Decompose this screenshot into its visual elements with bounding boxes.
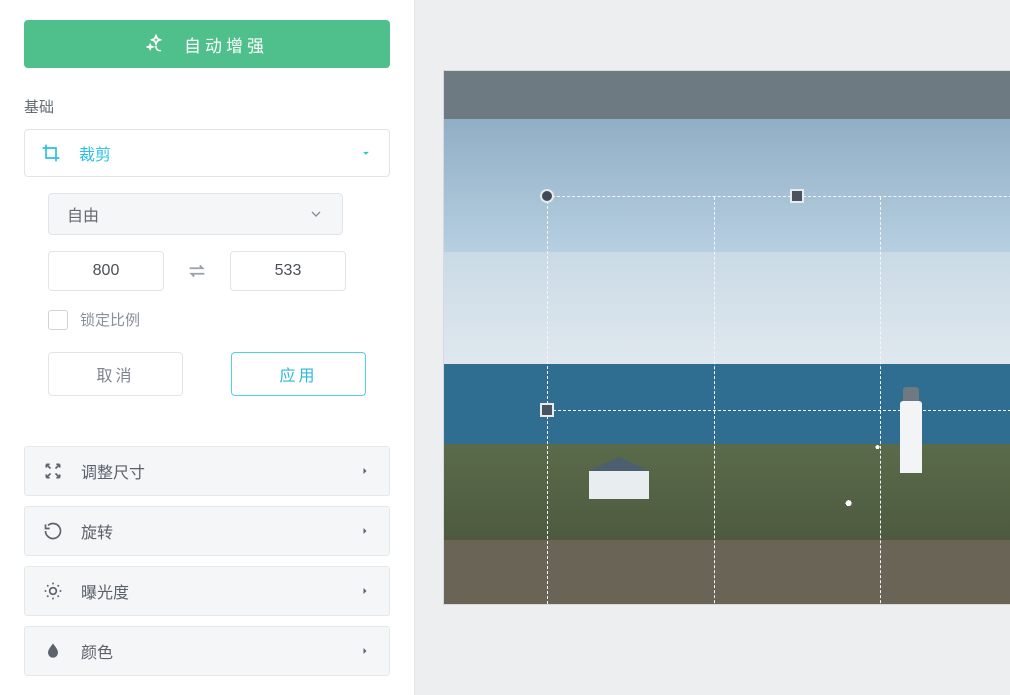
exposure-tool-row[interactable]: 曝光度 xyxy=(24,566,390,616)
auto-enhance-label: 自动增强 xyxy=(184,32,268,57)
section-basic-label: 基础 xyxy=(24,96,390,117)
crop-panel: 自由 锁定比例 取消 应用 xyxy=(24,177,390,420)
tools-list: 调整尺寸 旋转 曝光度 xyxy=(24,446,390,676)
crop-handle-top-left[interactable] xyxy=(540,189,554,203)
lock-aspect-row: 锁定比例 xyxy=(48,309,390,330)
crop-width-input[interactable] xyxy=(48,251,164,291)
crop-mode-value: 自由 xyxy=(67,202,99,226)
rotate-icon xyxy=(43,521,63,541)
crop-grid-line xyxy=(714,197,715,605)
rotate-tool-row[interactable]: 旋转 xyxy=(24,506,390,556)
caret-right-icon xyxy=(359,525,371,537)
cancel-button[interactable]: 取消 xyxy=(48,352,183,396)
auto-enhance-button[interactable]: 自动增强 xyxy=(24,20,390,68)
caret-right-icon xyxy=(359,645,371,657)
rotate-label: 旋转 xyxy=(81,519,359,543)
crop-icon xyxy=(41,143,61,163)
crop-handle-top-mid[interactable] xyxy=(790,189,804,203)
resize-icon xyxy=(43,461,63,481)
lock-aspect-label: 锁定比例 xyxy=(80,309,140,330)
canvas-image[interactable] xyxy=(443,70,1010,605)
color-label: 颜色 xyxy=(81,639,359,663)
crop-tool-label: 裁剪 xyxy=(79,141,359,165)
drop-icon xyxy=(43,641,63,661)
lock-aspect-checkbox[interactable] xyxy=(48,310,68,330)
resize-tool-row[interactable]: 调整尺寸 xyxy=(24,446,390,496)
crop-height-input[interactable] xyxy=(230,251,346,291)
crop-grid-line xyxy=(548,410,1010,411)
magic-wand-icon xyxy=(146,34,166,54)
color-tool-row[interactable]: 颜色 xyxy=(24,626,390,676)
crop-handle-mid-left[interactable] xyxy=(540,403,554,417)
image-content xyxy=(900,401,922,473)
brightness-icon xyxy=(43,581,63,601)
dimension-row xyxy=(48,251,390,291)
caret-right-icon xyxy=(359,585,371,597)
exposure-label: 曝光度 xyxy=(81,579,359,603)
swap-icon[interactable] xyxy=(186,260,208,282)
apply-button[interactable]: 应用 xyxy=(231,352,366,396)
crop-overlay[interactable] xyxy=(547,196,1010,605)
resize-label: 调整尺寸 xyxy=(81,459,359,483)
crop-actions: 取消 应用 xyxy=(48,352,390,396)
chevron-down-icon xyxy=(308,206,324,222)
crop-tool-dropdown[interactable]: 裁剪 xyxy=(24,129,390,177)
crop-grid-line xyxy=(880,197,881,605)
caret-down-icon xyxy=(359,146,373,160)
crop-mode-select[interactable]: 自由 xyxy=(48,193,343,235)
caret-right-icon xyxy=(359,465,371,477)
editor-sidebar: 自动增强 基础 裁剪 自由 xyxy=(0,0,415,695)
image-content xyxy=(589,471,649,499)
canvas-area[interactable] xyxy=(415,0,1010,695)
